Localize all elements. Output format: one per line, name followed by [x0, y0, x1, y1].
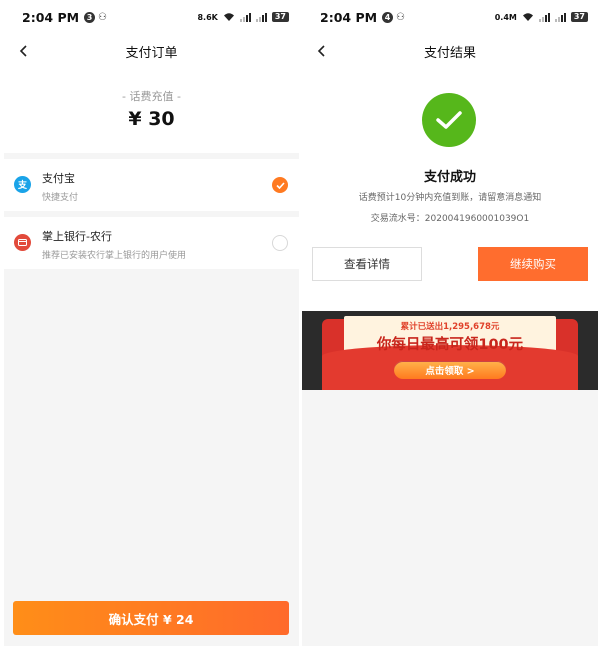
- payment-method-desc: 推荐已安装农行掌上银行的用户使用: [42, 251, 187, 261]
- page-title: 支付结果: [423, 45, 476, 61]
- payment-method-abc-bank[interactable]: 掌上银行-农行 推荐已安装农行掌上银行的用户使用: [4, 217, 299, 269]
- notification-count-badge: 4: [382, 11, 394, 23]
- promo-total-text: 累计已送出1,295,678元: [400, 322, 500, 332]
- back-arrow-icon[interactable]: [312, 41, 332, 61]
- promo-headline: 你每日最高可领100元: [376, 337, 524, 353]
- alipay-icon: 支: [14, 176, 31, 193]
- view-details-button[interactable]: 查看详情: [312, 247, 422, 281]
- status-bar: 2:04 PM 3 ⚇ 8.6K 37: [4, 0, 299, 34]
- success-check-icon: [422, 93, 476, 147]
- signal-icon-2: [255, 12, 267, 22]
- person-icon: ⚇: [98, 11, 108, 23]
- battery-indicator: 37: [271, 12, 289, 22]
- payment-result-screen: 2:04 PM 4 ⚇ 0.4M 37 支付结果 支付成功 话费预计10分钟内充…: [302, 0, 598, 646]
- signal-icon: [538, 12, 550, 22]
- radio-checked-icon[interactable]: [272, 177, 288, 193]
- signal-icon-2: [554, 12, 566, 22]
- claim-button[interactable]: 点击领取 >: [394, 361, 506, 379]
- result-note: 话费预计10分钟内充值到账，请留意消息通知: [358, 193, 542, 203]
- nav-bar: 支付结果: [302, 34, 598, 68]
- payment-method-name: 掌上银行-农行: [42, 230, 112, 243]
- bank-card-icon: [14, 234, 31, 251]
- network-speed: 0.4M: [494, 12, 517, 22]
- payment-method-desc: 快捷支付: [42, 193, 79, 203]
- radio-unchecked-icon[interactable]: [272, 235, 288, 251]
- status-bar: 2:04 PM 4 ⚇ 0.4M 37: [302, 0, 598, 34]
- result-title: 支付成功: [423, 170, 476, 185]
- amount-card: - 话费充值 - ¥ 30: [4, 68, 299, 153]
- result-card: 支付成功 话费预计10分钟内充值到账，请留意消息通知 交易流水号：2020041…: [302, 68, 598, 345]
- continue-purchase-button[interactable]: 继续购买: [478, 247, 588, 281]
- page-title: 支付订单: [125, 45, 178, 61]
- amount-value: ¥ 30: [128, 108, 175, 130]
- transaction-serial: 交易流水号：2020041960001039O1: [370, 214, 530, 224]
- notification-count-badge: 3: [84, 11, 96, 23]
- wifi-icon: [223, 13, 234, 21]
- payment-order-screen: 2:04 PM 3 ⚇ 8.6K 37 支付订单 - 话费充值 - ¥ 30 支…: [4, 0, 299, 646]
- person-icon: ⚇: [396, 11, 406, 23]
- back-arrow-icon[interactable]: [14, 41, 34, 61]
- promo-banner[interactable]: 累计已送出1,295,678元 你每日最高可领100元 点击领取 >: [302, 311, 598, 390]
- payment-method-name: 支付宝: [42, 172, 75, 185]
- wifi-icon: [522, 13, 533, 21]
- signal-icon: [239, 12, 251, 22]
- battery-indicator: 37: [570, 12, 588, 22]
- nav-bar: 支付订单: [4, 34, 299, 68]
- amount-label: - 话费充值 -: [122, 90, 181, 103]
- payment-method-alipay[interactable]: 支 支付宝 快捷支付: [4, 159, 299, 211]
- status-time: 2:04 PM: [320, 9, 378, 25]
- network-speed: 8.6K: [197, 12, 218, 22]
- status-time: 2:04 PM: [22, 9, 80, 25]
- confirm-pay-button[interactable]: 确认支付 ¥ 24: [13, 601, 289, 635]
